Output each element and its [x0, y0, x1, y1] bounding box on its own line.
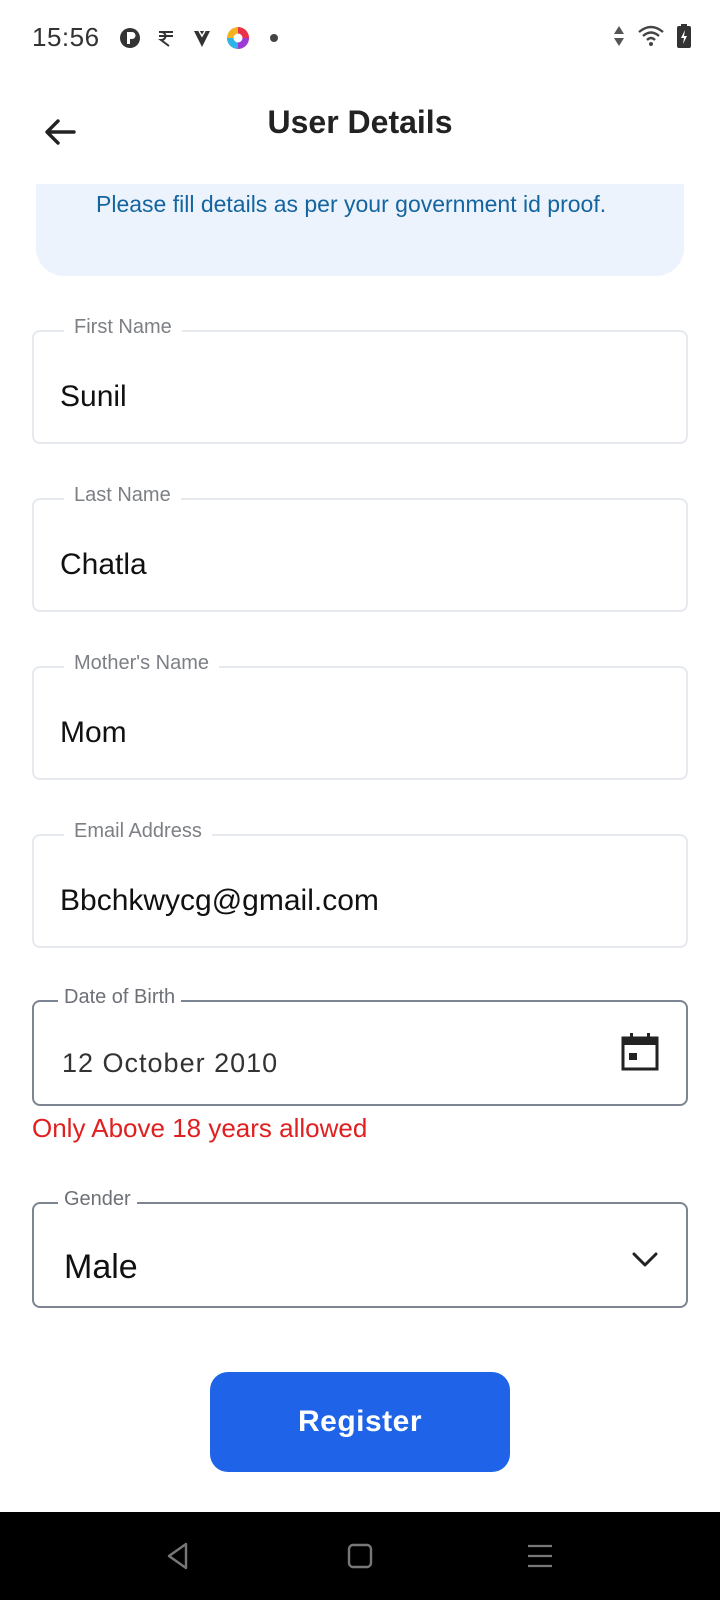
status-bar: 15:56 — [0, 0, 720, 80]
email-field[interactable]: Email Address Bbchkwycg@gmail.com — [32, 820, 688, 948]
gender-select[interactable]: Gender Male — [32, 1188, 688, 1308]
p-app-icon — [118, 26, 142, 50]
gender-label: Gender — [58, 1188, 137, 1211]
mother-name-input[interactable]: Mom — [60, 716, 660, 750]
dob-field[interactable]: Date of Birth 12 October 2010 — [32, 986, 688, 1106]
back-triangle-icon — [167, 1542, 188, 1570]
calendar-icon[interactable] — [620, 1032, 660, 1072]
notification-dot-icon — [262, 26, 286, 50]
email-input[interactable]: Bbchkwycg@gmail.com — [60, 884, 660, 918]
info-notice: Please fill details as per your governme… — [36, 184, 684, 276]
page-title: User Details — [267, 104, 453, 140]
last-name-input[interactable]: Chatla — [60, 548, 660, 582]
battery-charging-icon — [676, 24, 692, 48]
mother-name-label: Mother's Name — [64, 652, 219, 675]
notice-text: Please fill details as per your governme… — [96, 191, 607, 217]
chevron-down-icon[interactable] — [630, 1244, 660, 1274]
nav-back-button[interactable] — [158, 1536, 198, 1576]
status-system-icons — [612, 24, 692, 48]
nav-home-button[interactable] — [340, 1536, 380, 1576]
rupee-app-icon — [154, 26, 178, 50]
system-nav-bar — [0, 1512, 720, 1600]
shield-app-icon — [190, 26, 214, 50]
wifi-icon — [636, 24, 666, 48]
status-time: 15:56 — [32, 22, 100, 52]
status-notification-icons — [118, 26, 286, 50]
dob-value[interactable]: 12 October 2010 — [62, 1048, 278, 1079]
first-name-input[interactable]: Sunil — [60, 380, 660, 414]
home-square-icon — [347, 1543, 373, 1569]
mother-name-field[interactable]: Mother's Name Mom — [32, 652, 688, 780]
email-label: Email Address — [64, 820, 212, 843]
nav-menu-button[interactable] — [520, 1536, 560, 1576]
app-bar: User Details — [0, 80, 720, 184]
color-app-icon — [226, 26, 250, 50]
first-name-label: First Name — [64, 316, 182, 339]
dob-error-text: Only Above 18 years allowed — [32, 1113, 368, 1143]
register-button[interactable]: Register — [210, 1372, 510, 1472]
dob-label: Date of Birth — [58, 986, 182, 1009]
gender-value[interactable]: Male — [64, 1248, 138, 1287]
menu-lines-icon — [528, 1544, 552, 1568]
first-name-field[interactable]: First Name Sunil — [32, 316, 688, 444]
data-arrows-icon — [612, 24, 626, 48]
last-name-label: Last Name — [64, 484, 181, 507]
last-name-field[interactable]: Last Name Chatla — [32, 484, 688, 612]
